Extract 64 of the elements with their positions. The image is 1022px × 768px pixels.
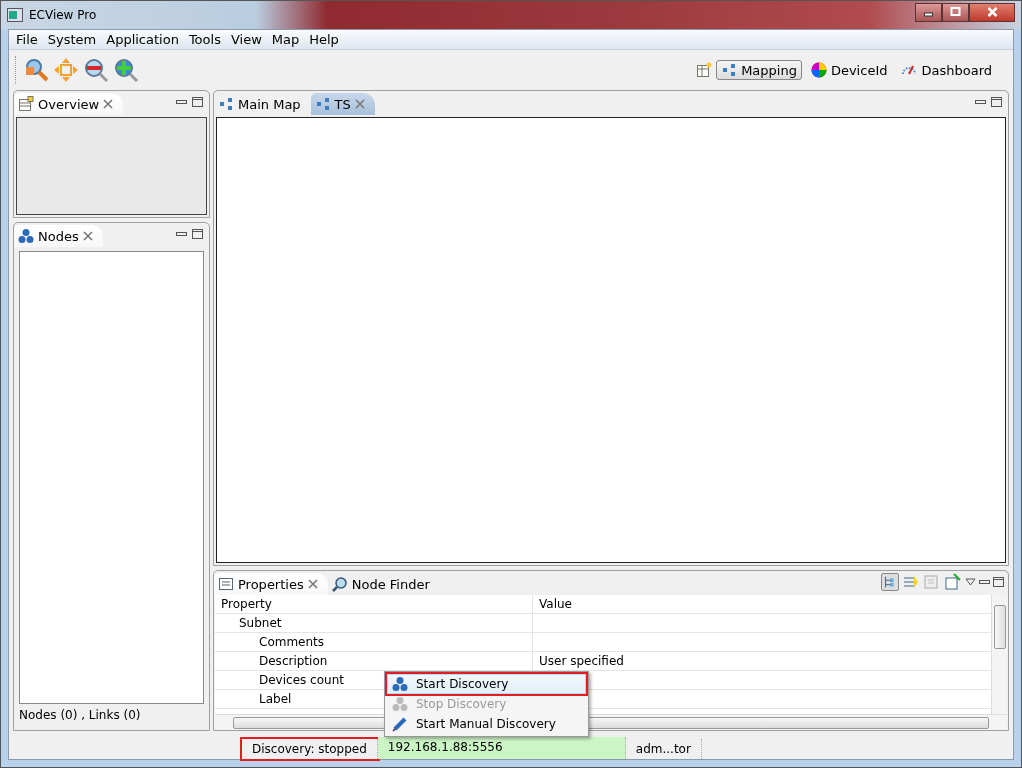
menu-item[interactable]: File (11, 32, 43, 47)
open-perspective-icon[interactable] (696, 62, 713, 78)
minimize-icon[interactable] (975, 97, 986, 107)
color-wheel-icon (810, 62, 827, 78)
nodes-icon (218, 96, 234, 112)
view-tab[interactable]: Properties (214, 573, 328, 595)
column-header[interactable]: Property (215, 595, 533, 613)
view-tab[interactable]: Nodes (14, 225, 103, 247)
minimize-icon[interactable] (176, 229, 187, 239)
close-icon (986, 7, 998, 17)
menu-item[interactable]: Map (266, 32, 305, 47)
perspective-button[interactable]: Mapping (716, 60, 802, 80)
nodes-icon (314, 96, 331, 112)
menu-item[interactable]: System (42, 32, 102, 47)
editor-tab[interactable]: TS (310, 93, 375, 115)
zoom-icon[interactable] (23, 57, 49, 83)
close-button[interactable] (969, 2, 1015, 22)
maximize-icon[interactable] (192, 97, 203, 107)
maximize-icon[interactable] (993, 577, 1004, 587)
list-icon (218, 576, 234, 592)
close-icon[interactable] (82, 231, 93, 241)
menu-item[interactable]: Start Manual Discovery (387, 714, 586, 734)
zoom-in-icon[interactable] (113, 57, 139, 83)
nodes-icon (392, 696, 408, 712)
vertical-scrollbar[interactable] (991, 595, 1007, 714)
menu-item[interactable]: Help (304, 32, 344, 47)
column-header[interactable]: Value (533, 595, 991, 613)
perspective-button[interactable]: DeviceId (805, 60, 893, 80)
maximize-icon (950, 7, 961, 17)
status-text: Discovery: stopped (242, 739, 378, 759)
view-menu-icon[interactable] (965, 577, 976, 587)
property-name: Subnet (239, 616, 282, 630)
property-name: Description (259, 654, 328, 668)
zoom-out-icon[interactable] (83, 57, 109, 83)
close-icon[interactable] (354, 99, 365, 109)
maximize-button[interactable] (942, 2, 969, 22)
maximize-icon[interactable] (991, 97, 1002, 107)
nodes-icon (392, 676, 408, 692)
maximize-icon[interactable] (192, 229, 203, 239)
nodes-summary: Nodes (0) , Links (0) (18, 707, 142, 724)
property-name: Comments (259, 635, 325, 649)
menu-item[interactable]: Application (101, 32, 184, 47)
minimize-button[interactable] (915, 2, 942, 22)
status-text: 192.168.1.88:5556 (377, 737, 626, 759)
tree-icon[interactable] (881, 573, 899, 591)
close-icon[interactable] (103, 99, 114, 109)
window-title: ECView Pro (29, 8, 97, 22)
property-name: Devices count (259, 673, 344, 687)
property-name: Label (259, 692, 292, 706)
menu-item[interactable]: View (225, 32, 267, 47)
close-icon[interactable] (307, 579, 318, 589)
table-icon (18, 96, 34, 112)
minimize-icon[interactable] (176, 97, 187, 107)
property-value: User specified (539, 654, 624, 668)
nodes-icon (18, 228, 34, 244)
status-text: adm...tor (625, 739, 702, 759)
minimize-icon[interactable] (979, 577, 990, 587)
menu-item[interactable]: Tools (183, 32, 226, 47)
perspective-button[interactable]: Dashboard (896, 60, 997, 80)
search-icon (331, 576, 348, 592)
nodes-icon (721, 62, 738, 78)
menu-item[interactable]: Start Discovery (387, 674, 586, 694)
app-icon (7, 8, 23, 22)
view-tab[interactable]: Overview (14, 93, 124, 115)
